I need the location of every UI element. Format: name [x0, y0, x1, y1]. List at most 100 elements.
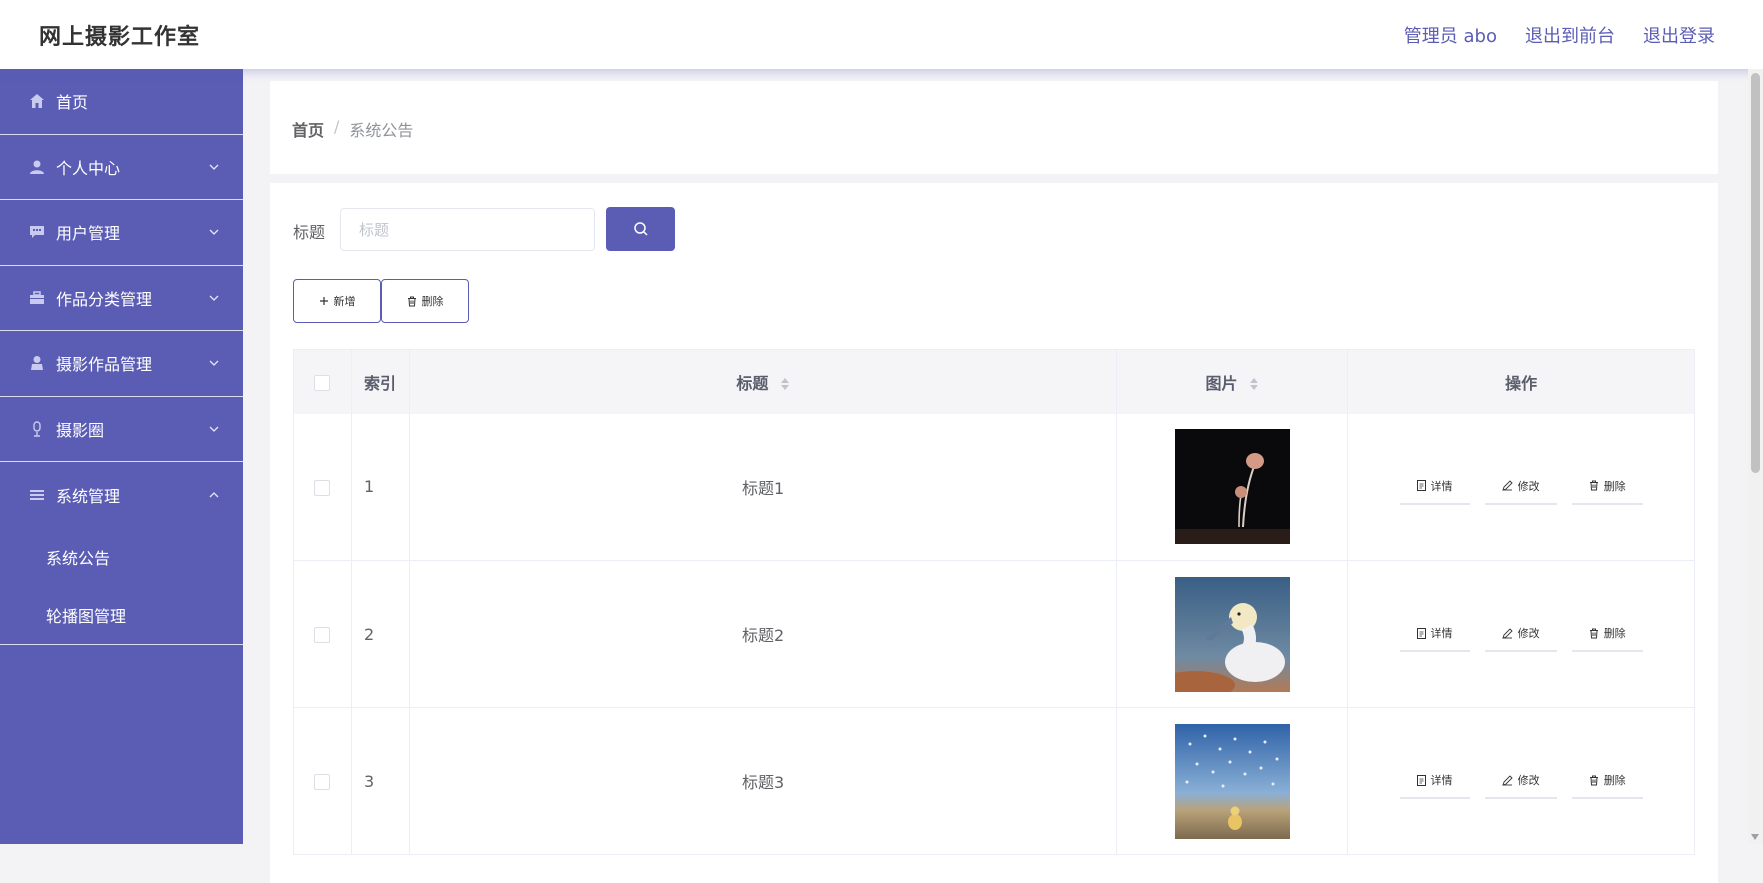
trash-icon	[407, 296, 416, 306]
edit-button[interactable]: 修改	[1484, 616, 1557, 652]
delete-button[interactable]: 删除	[1571, 469, 1643, 505]
row-image-cell	[1116, 560, 1349, 708]
detail-button[interactable]: 详情	[1399, 616, 1470, 652]
row-image-cell	[1116, 413, 1349, 561]
delete-label: 删除	[1603, 479, 1626, 493]
row-title: 标题1	[409, 413, 1118, 561]
search-button[interactable]	[606, 207, 675, 251]
add-button-label: 新增	[333, 295, 356, 308]
row-ops-cell: 详情 修改 删除	[1347, 413, 1695, 561]
sidebar-item-personal-center[interactable]: 个人中心	[0, 135, 243, 200]
briefcase-icon	[28, 289, 46, 307]
home-icon	[28, 92, 46, 110]
row-index: 2	[351, 560, 410, 708]
system-submenu: 系统公告 轮播图管理	[0, 528, 243, 645]
top-header: 网上摄影工作室 管理员 abo 退出到前台 退出登录	[0, 0, 1763, 69]
column-header-image-label: 图片	[1205, 373, 1238, 393]
sidebar-item-label: 摄影圈	[56, 420, 105, 440]
sidebar-item-photo-circle[interactable]: 摄影圈	[0, 397, 243, 462]
sidebar-item-user-management[interactable]: 用户管理	[0, 200, 243, 266]
chat-icon	[28, 223, 46, 241]
edit-button[interactable]: 修改	[1484, 469, 1557, 505]
chevron-down-icon	[209, 229, 219, 236]
user-icon	[28, 158, 46, 176]
row-checkbox[interactable]	[314, 627, 331, 643]
row-ops-cell: 详情 修改 删除	[1347, 707, 1695, 855]
column-header-title[interactable]: 标题	[409, 349, 1118, 414]
site-brand: 网上摄影工作室	[39, 25, 201, 50]
row-select-cell	[293, 560, 352, 708]
chevron-down-icon	[209, 360, 219, 367]
detail-button[interactable]: 详情	[1399, 469, 1470, 505]
breadcrumb-card: 首页 / 系统公告	[270, 81, 1718, 174]
sidebar-subitem-carousel[interactable]: 轮播图管理	[0, 586, 243, 644]
trash-icon	[1589, 628, 1598, 638]
title-search-input[interactable]	[340, 208, 595, 251]
chevron-down-icon	[209, 426, 219, 432]
person-icon	[28, 354, 46, 372]
document-icon	[1416, 774, 1426, 786]
breadcrumb-home[interactable]: 首页	[292, 117, 324, 141]
sort-icon[interactable]	[780, 376, 790, 392]
row-checkbox[interactable]	[314, 479, 331, 496]
breadcrumb: 首页 / 系统公告	[292, 117, 413, 141]
row-title: 标题2	[409, 560, 1118, 708]
delete-label: 删除	[1603, 627, 1626, 640]
breadcrumb-current: 系统公告	[349, 121, 414, 140]
delete-label: 删除	[1603, 774, 1626, 787]
table-row: 1 标题1 详情 修改 删除	[293, 413, 1695, 561]
row-select-cell	[293, 707, 352, 855]
scroll-down-arrow-icon[interactable]	[1751, 834, 1759, 840]
sidebar-item-label: 用户管理	[56, 224, 121, 244]
edit-icon	[1501, 774, 1513, 786]
header-links: 管理员 abo 退出到前台 退出登录	[1404, 22, 1715, 48]
logout-link[interactable]: 退出登录	[1643, 22, 1715, 48]
detail-button[interactable]: 详情	[1399, 763, 1470, 799]
admin-username-link[interactable]: 管理员 abo	[1404, 22, 1497, 48]
sidebar-item-label: 个人中心	[56, 158, 121, 178]
exit-to-front-link[interactable]: 退出到前台	[1525, 22, 1615, 48]
select-all-cell	[293, 349, 352, 414]
table-header-row: 索引 标题 图片 操作	[293, 349, 1695, 414]
edit-label: 修改	[1517, 627, 1540, 640]
delete-button[interactable]: 删除	[1571, 616, 1643, 652]
bird-flock-thumbnail[interactable]	[1174, 723, 1290, 839]
plus-icon	[319, 297, 328, 305]
delete-button[interactable]: 删除	[1571, 763, 1643, 799]
edit-icon	[1501, 480, 1513, 491]
announcement-table: 索引 标题 图片 操作 1 标题1 详情 修改 删除 2 标题2 详情 修改 删…	[293, 349, 1695, 855]
sidebar-item-label: 作品分类管理	[56, 289, 153, 309]
sidebar-item-label: 首页	[56, 93, 89, 113]
edit-button[interactable]: 修改	[1484, 763, 1557, 799]
page-scrollbar[interactable]	[1748, 69, 1763, 844]
microphone-icon	[28, 420, 46, 438]
trash-icon	[1589, 480, 1598, 491]
chevron-down-icon	[209, 164, 219, 170]
add-button[interactable]: 新增	[293, 279, 381, 323]
row-index: 1	[351, 413, 410, 561]
column-header-image[interactable]: 图片	[1116, 349, 1349, 414]
detail-label: 详情	[1430, 774, 1453, 787]
sidebar-item-system-management[interactable]: 系统管理	[0, 462, 243, 528]
row-title: 标题3	[409, 707, 1118, 855]
list-icon	[28, 486, 46, 504]
chevron-down-icon	[209, 295, 219, 301]
main-content: 首页 / 系统公告 标题 新增 删除	[243, 69, 1748, 883]
sidebar-subitem-announcement[interactable]: 系统公告	[0, 528, 243, 586]
sidebar-item-home[interactable]: 首页	[0, 69, 243, 135]
select-all-checkbox[interactable]	[314, 374, 331, 391]
sidebar: 首页 个人中心 用户管理 作品分类管理 摄影作品管理 摄影圈 系统管理 系统公告…	[0, 69, 243, 844]
scrollbar-thumb[interactable]	[1751, 73, 1760, 473]
sort-icon[interactable]	[1249, 376, 1259, 392]
document-icon	[1416, 627, 1426, 639]
chevron-up-icon	[209, 491, 219, 498]
row-checkbox[interactable]	[314, 774, 331, 790]
mushroom-thumbnail[interactable]	[1174, 429, 1290, 545]
sidebar-item-works-management[interactable]: 摄影作品管理	[0, 331, 243, 397]
document-icon	[1416, 480, 1426, 492]
sidebar-item-category-management[interactable]: 作品分类管理	[0, 266, 243, 331]
table-row: 2 标题2 详情 修改 删除	[293, 560, 1695, 708]
gannet-thumbnail[interactable]	[1174, 576, 1290, 692]
column-header-index: 索引	[351, 349, 410, 414]
batch-delete-button[interactable]: 删除	[381, 279, 469, 323]
